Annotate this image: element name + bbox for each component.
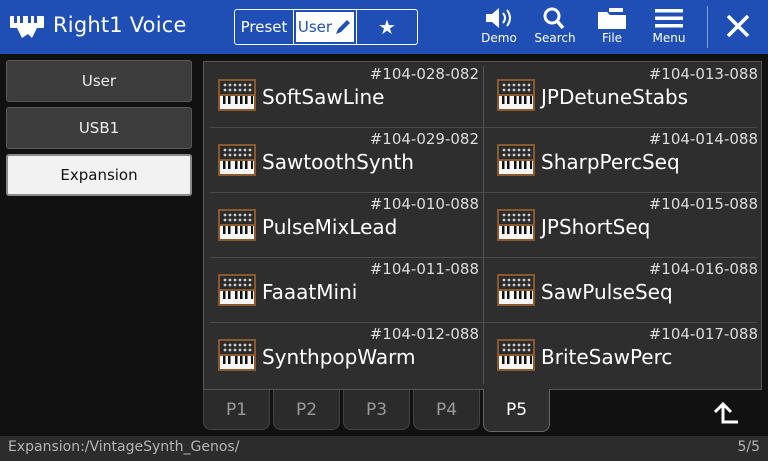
voice-name: JPShortSeq <box>541 215 651 239</box>
page-tab-p2[interactable]: P2 <box>273 390 340 430</box>
menu-icon <box>655 9 683 28</box>
voice-name: BriteSawPerc <box>541 345 673 369</box>
synthesizer-icon <box>218 339 256 371</box>
page-tabs: P1 P2 P3 P4 P5 <box>203 389 762 432</box>
synthesizer-icon <box>218 209 256 241</box>
voice-item[interactable]: #104-028-082 SoftSawLine <box>204 62 483 127</box>
voice-item[interactable]: #104-015-088 JPShortSeq <box>483 192 762 257</box>
voice-item[interactable]: #104-016-088 SawPulseSeq <box>483 257 762 322</box>
voice-number: #104-029-082 <box>369 130 479 148</box>
voice-item[interactable]: #104-011-088 FaaatMini <box>204 257 483 322</box>
voice-item[interactable]: #104-013-088 JPDetuneStabs <box>483 62 762 127</box>
up-arrow-icon[interactable] <box>711 400 741 426</box>
search-icon <box>543 7 565 30</box>
voice-name: SawPulseSeq <box>541 280 673 304</box>
file-button[interactable]: File <box>582 6 642 52</box>
tab-preset[interactable]: Preset <box>235 10 294 44</box>
page-tab-p4[interactable]: P4 <box>413 390 480 430</box>
synthesizer-icon <box>497 144 535 176</box>
speaker-icon <box>486 8 511 28</box>
synthesizer-icon <box>497 209 535 241</box>
voice-item[interactable]: #104-010-088 PulseMixLead <box>204 192 483 257</box>
voice-number: #104-028-082 <box>369 65 479 83</box>
voice-name: SawtoothSynth <box>262 150 414 174</box>
close-icon[interactable] <box>722 10 754 42</box>
status-bar: Expansion:/VintageSynth_Genos/ 5/5 <box>0 436 768 461</box>
folder-path: Expansion:/VintageSynth_Genos/ <box>8 439 240 455</box>
voice-list: #104-028-082 SoftSawLine #104-013-088 JP… <box>203 61 762 390</box>
synthesizer-icon <box>497 274 535 306</box>
voice-number: #104-011-088 <box>369 260 479 278</box>
page-tab-p1[interactable]: P1 <box>203 390 270 430</box>
voice-item[interactable]: #104-017-088 BriteSawPerc <box>483 322 762 387</box>
sidebar-item-user[interactable]: User <box>6 60 192 102</box>
page-tab-p5[interactable]: P5 <box>483 389 550 432</box>
folder-icon <box>598 8 626 29</box>
tab-user-label: User <box>297 18 333 36</box>
synthesizer-icon <box>218 274 256 306</box>
voice-name: SharpPercSeq <box>541 150 680 174</box>
voice-number: #104-012-088 <box>369 325 479 343</box>
keyboard-hand-icon <box>10 16 44 38</box>
voice-number: #104-017-088 <box>648 325 758 343</box>
header-divider <box>707 6 708 48</box>
synthesizer-icon <box>218 144 256 176</box>
page-counter: 5/5 <box>737 439 760 455</box>
voice-number: #104-016-088 <box>648 260 758 278</box>
voice-name: PulseMixLead <box>262 215 398 239</box>
voice-number: #104-010-088 <box>369 195 479 213</box>
sidebar-item-expansion[interactable]: Expansion <box>6 154 192 196</box>
sidebar-item-usb1[interactable]: USB1 <box>6 107 192 149</box>
voice-number: #104-015-088 <box>648 195 758 213</box>
synthesizer-icon <box>497 339 535 371</box>
menu-button-label: Menu <box>652 31 686 45</box>
menu-button[interactable]: Menu <box>639 6 699 52</box>
synthesizer-icon <box>218 79 256 111</box>
demo-button-label: Demo <box>481 31 517 45</box>
voice-name: SynthpopWarm <box>262 345 416 369</box>
voice-number: #104-013-088 <box>648 65 758 83</box>
header-bar: Right1 Voice Preset User ★ Demo Search F… <box>0 0 768 54</box>
voice-item[interactable]: #104-014-088 SharpPercSeq <box>483 127 762 192</box>
pencil-icon <box>336 20 351 34</box>
voice-name: FaaatMini <box>262 280 358 304</box>
voice-item[interactable]: #104-029-082 SawtoothSynth <box>204 127 483 192</box>
file-button-label: File <box>601 31 623 45</box>
voice-number: #104-014-088 <box>648 130 758 148</box>
demo-button[interactable]: Demo <box>469 6 529 52</box>
voice-name: SoftSawLine <box>262 85 385 109</box>
page-tab-p3[interactable]: P3 <box>343 390 410 430</box>
voice-name: JPDetuneStabs <box>541 85 689 109</box>
voice-item[interactable]: #104-012-088 SynthpopWarm <box>204 322 483 387</box>
tab-favorite[interactable]: ★ <box>356 10 417 44</box>
search-button[interactable]: Search <box>525 6 585 52</box>
synthesizer-icon <box>497 79 535 111</box>
sidebar: User USB1 Expansion <box>0 54 197 436</box>
search-button-label: Search <box>534 31 576 45</box>
tab-user[interactable]: User <box>294 10 356 44</box>
voice-source-tabs: Preset User ★ <box>234 9 418 45</box>
page-title: Right1 Voice <box>53 13 187 37</box>
